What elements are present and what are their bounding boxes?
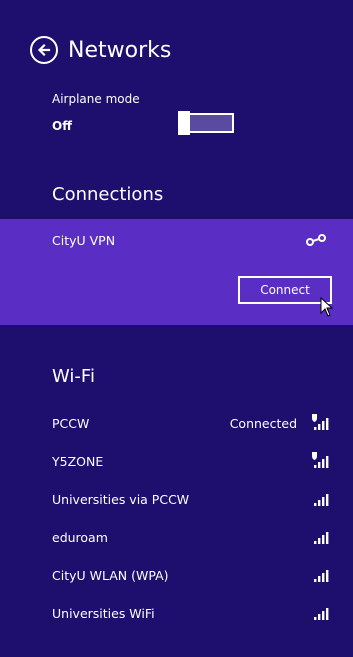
signal-strength-icon: [314, 570, 329, 582]
wifi-status-label: Connected: [229, 415, 297, 431]
wifi-network-name: Y5ZONE: [52, 453, 104, 469]
wifi-network-item[interactable]: CityU WLAN (WPA): [0, 556, 353, 594]
toggle-knob[interactable]: [178, 111, 190, 135]
airplane-mode-label: Airplane mode: [52, 92, 140, 106]
airplane-mode-toggle[interactable]: [178, 111, 234, 135]
signal-strength-icon: [314, 608, 329, 620]
secured-signal-icon: [312, 452, 329, 468]
vpn-name: CityU VPN: [52, 233, 116, 248]
wifi-heading: Wi-Fi: [52, 366, 95, 387]
connections-heading: Connections: [52, 184, 164, 205]
signal-strength-icon: [314, 494, 329, 506]
vpn-item[interactable]: CityU VPN Connect: [0, 219, 353, 325]
header: Networks: [30, 36, 171, 64]
wifi-network-item[interactable]: Universities WiFi: [0, 594, 353, 632]
back-arrow-circle-icon[interactable]: [30, 36, 58, 64]
connect-button[interactable]: Connect: [238, 276, 332, 304]
wifi-network-name: eduroam: [52, 529, 108, 545]
secured-signal-icon: [312, 414, 329, 430]
airplane-mode-state: Off: [52, 119, 72, 133]
mouse-cursor-icon: [320, 297, 334, 317]
signal-strength-icon: [314, 532, 329, 544]
wifi-network-name: CityU WLAN (WPA): [52, 567, 169, 583]
wifi-network-item[interactable]: PCCW Connected: [0, 404, 353, 442]
page-title: Networks: [68, 37, 172, 63]
wifi-network-item[interactable]: Universities via PCCW: [0, 480, 353, 518]
wifi-list: PCCW Connected Y5ZONE Universities via PCCW…: [0, 404, 353, 632]
vpn-icon: [306, 234, 326, 246]
wifi-network-item[interactable]: eduroam: [0, 518, 353, 556]
wifi-network-name: PCCW: [52, 415, 90, 431]
wifi-network-item[interactable]: Y5ZONE: [0, 442, 353, 480]
wifi-network-name: Universities via PCCW: [52, 491, 190, 507]
wifi-network-name: Universities WiFi: [52, 605, 155, 621]
